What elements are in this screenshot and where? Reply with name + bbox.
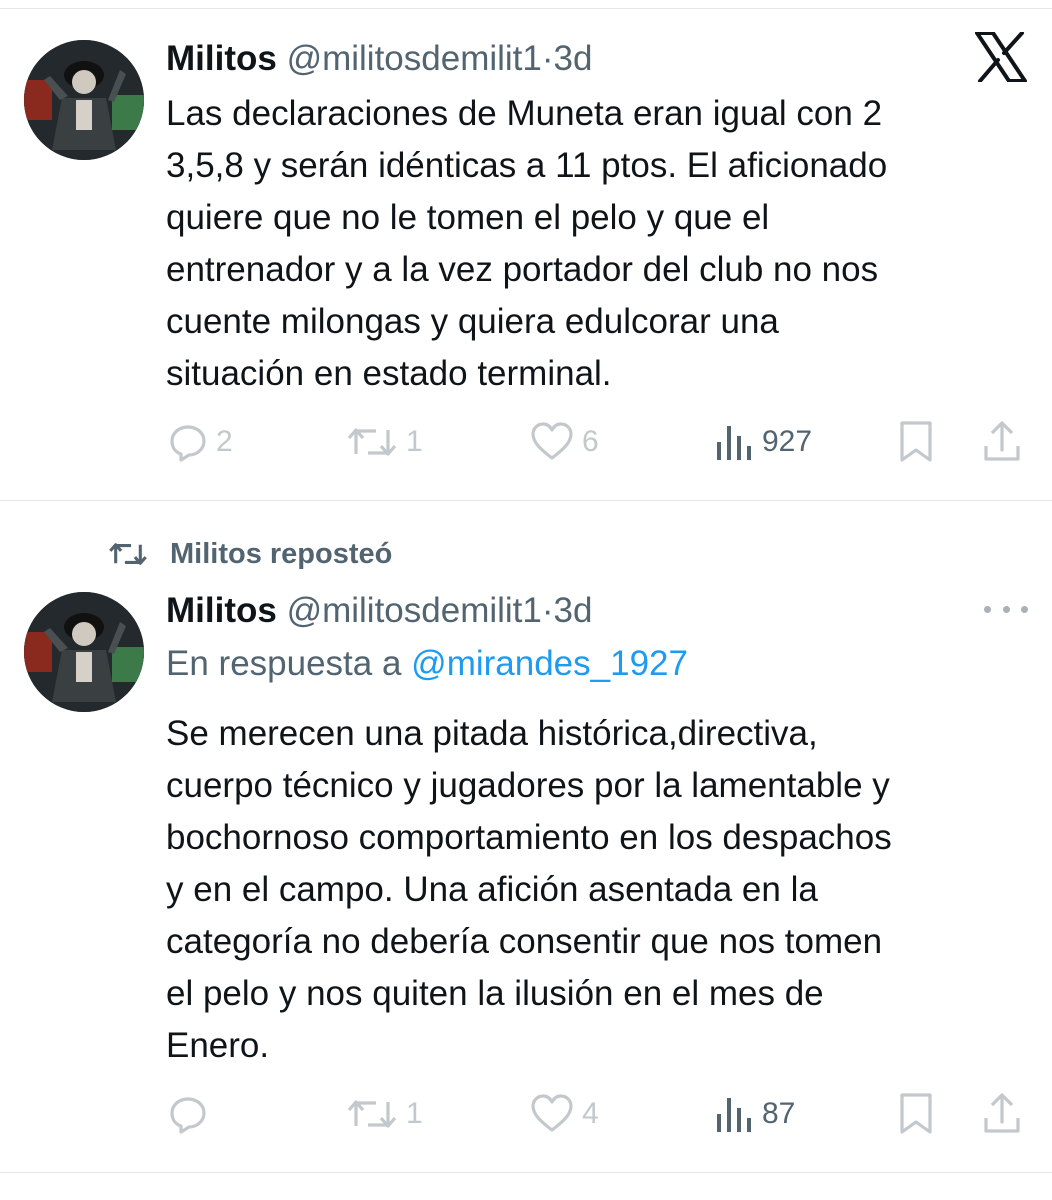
like-button[interactable]: 4	[530, 1090, 599, 1138]
repost-indicator[interactable]: Militos reposteó	[108, 534, 392, 574]
share-icon	[984, 1093, 1020, 1133]
separator-dot: ·	[541, 591, 554, 630]
x-logo-icon	[975, 32, 1027, 82]
more-icon[interactable]	[984, 594, 1028, 624]
reply-button[interactable]: 2	[168, 418, 233, 466]
reply-prefix: En respuesta a	[166, 644, 402, 683]
bookmark-icon	[900, 1093, 932, 1134]
avatar[interactable]	[24, 592, 144, 712]
like-count: 4	[582, 1097, 599, 1130]
author-handle[interactable]: @militosdemilit1	[287, 39, 542, 78]
like-count: 6	[582, 425, 599, 458]
reply-count: 2	[216, 425, 233, 458]
repost-count: 1	[406, 425, 423, 458]
tweet-header: Militos @militosdemilit1·3d	[166, 589, 592, 633]
author-name[interactable]: Militos	[166, 591, 277, 630]
avatar-image	[24, 40, 144, 160]
tweet-time[interactable]: 3d	[554, 591, 593, 630]
views-icon	[717, 426, 751, 460]
views-button[interactable]: 87	[714, 1090, 795, 1138]
views-count: 87	[762, 1097, 796, 1130]
reply-icon	[170, 425, 206, 462]
repost-icon	[347, 428, 397, 456]
tweet-header: Militos @militosdemilit1·3d	[166, 37, 592, 81]
views-button[interactable]: 927	[714, 418, 812, 466]
bottom-divider	[0, 1172, 1052, 1173]
reply-mention-link[interactable]: @mirandes_1927	[411, 644, 688, 683]
views-icon	[717, 1098, 751, 1132]
bookmark-button[interactable]	[896, 1090, 936, 1138]
share-icon	[984, 421, 1020, 461]
like-button[interactable]: 6	[530, 418, 599, 466]
views-count: 927	[762, 425, 813, 458]
tweet-time[interactable]: 3d	[554, 39, 593, 78]
tweet-text: Se merecen una pitada histórica,directiv…	[166, 714, 892, 1065]
repost-icon	[109, 543, 147, 565]
tweet-text: Las declaraciones de Muneta eran igual c…	[166, 94, 888, 393]
repost-count: 1	[406, 1097, 423, 1130]
author-name[interactable]: Militos	[166, 39, 277, 78]
separator-dot: ·	[541, 39, 554, 78]
top-divider	[0, 8, 1052, 9]
avatar[interactable]	[24, 40, 144, 160]
tweet-divider	[0, 500, 1052, 501]
heart-icon	[531, 422, 573, 460]
share-button[interactable]	[982, 1090, 1022, 1138]
repost-label-text: Militos reposteó	[170, 537, 393, 570]
repost-button[interactable]: 1	[346, 418, 423, 466]
share-button[interactable]	[982, 418, 1022, 466]
bookmark-button[interactable]	[896, 418, 936, 466]
avatar-image	[24, 592, 144, 712]
heart-icon	[531, 1094, 573, 1132]
reply-context: En respuesta a @mirandes_1927	[166, 642, 688, 686]
reply-button[interactable]	[168, 1090, 216, 1138]
author-handle[interactable]: @militosdemilit1	[287, 591, 542, 630]
repost-button[interactable]: 1	[346, 1090, 423, 1138]
bookmark-icon	[900, 421, 932, 462]
repost-icon	[347, 1100, 397, 1128]
reply-icon	[170, 1097, 206, 1134]
